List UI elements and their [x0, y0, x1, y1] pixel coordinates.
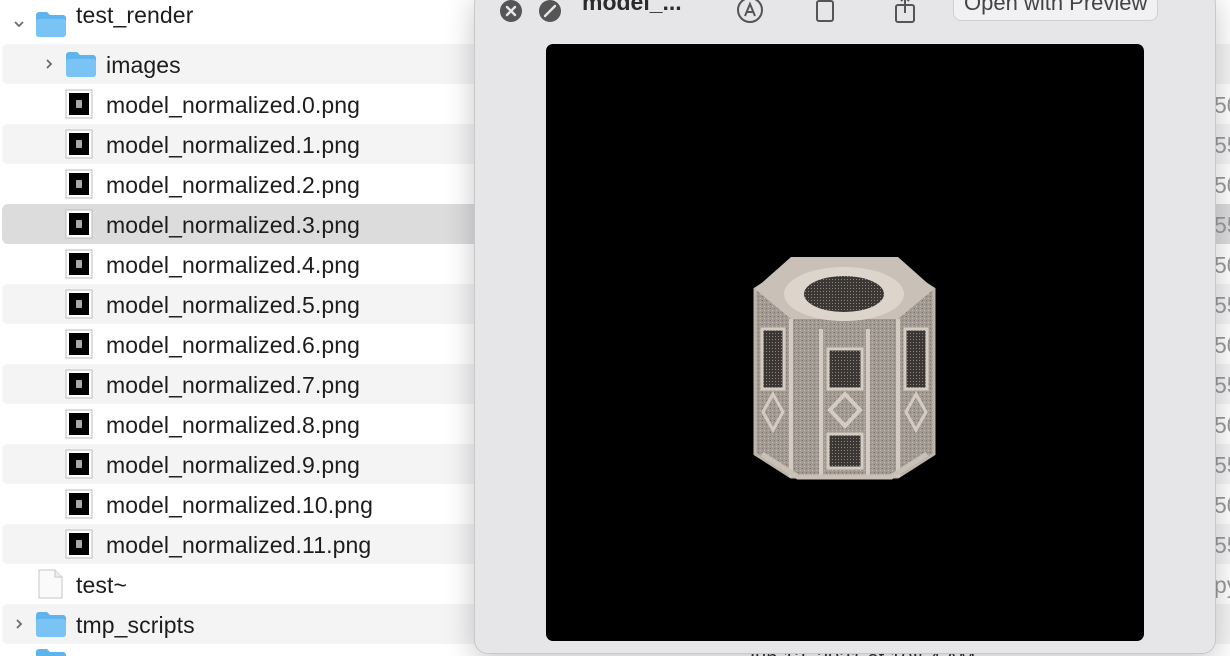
list-item-name: test_render [76, 2, 194, 28]
list-item-name: model_normalized.0.png [106, 92, 361, 118]
quick-look-title: model_... [582, 0, 682, 15]
png-thumbnail-icon [65, 369, 93, 399]
list-item-size: 55 [1214, 372, 1230, 398]
folder-icon [36, 612, 66, 637]
png-thumbnail-icon [65, 529, 93, 559]
png-thumbnail-icon [65, 249, 93, 279]
open-with-preview-button[interactable]: Open with Preview [953, 0, 1159, 21]
list-item-size: 50 [1214, 412, 1230, 438]
folder-icon [66, 52, 96, 77]
image-preview [546, 44, 1144, 641]
list-item-name: model_normalized.1.png [106, 132, 361, 158]
list-item-size: 50 [1214, 332, 1230, 358]
document-icon [38, 569, 63, 599]
markup-icon[interactable] [735, 0, 765, 25]
fullscreen-icon[interactable] [538, 0, 562, 23]
png-thumbnail-icon [65, 329, 93, 359]
list-item-name: model_normalized.11.png [106, 532, 372, 558]
list-item-name: model_normalized.8.png [106, 412, 361, 438]
chevron-down-icon[interactable] [11, 16, 27, 32]
list-item-name: model_normalized.4.png [106, 252, 361, 278]
list-item-kind: py [1214, 572, 1230, 598]
chevron-right-icon[interactable] [11, 616, 27, 632]
list-item-size: 50 [1214, 172, 1230, 198]
share-icon[interactable] [893, 0, 917, 25]
png-thumbnail-icon [65, 449, 93, 479]
png-thumbnail-icon [65, 409, 93, 439]
png-thumbnail-icon [65, 289, 93, 319]
list-item-size: 55 [1214, 212, 1230, 238]
3d-render-image [753, 257, 936, 480]
png-thumbnail-icon [65, 209, 93, 239]
list-item-size: 55 [1214, 452, 1230, 478]
list-item-size: 55 [1214, 132, 1230, 158]
list-item-name: model_normalized.7.png [106, 372, 361, 398]
copy-icon[interactable] [813, 0, 837, 25]
png-thumbnail-icon [65, 89, 93, 119]
list-item-size: 50 [1214, 92, 1230, 118]
list-item-name: model_normalized.10.png [106, 492, 373, 518]
png-thumbnail-icon [65, 489, 93, 519]
list-item-name: test~ [76, 572, 128, 598]
png-thumbnail-icon [65, 129, 93, 159]
close-icon[interactable] [499, 0, 523, 23]
list-item-name: model_normalized.6.png [106, 332, 361, 358]
list-item-size: 50 [1214, 492, 1230, 518]
list-item-size: 55 [1214, 532, 1230, 558]
list-item-size: 55 [1214, 292, 1230, 318]
png-thumbnail-icon [65, 169, 93, 199]
chevron-right-icon[interactable] [41, 56, 57, 72]
list-item-name: model_normalized.2.png [106, 172, 361, 198]
list-item-name: model_normalized.9.png [106, 452, 361, 478]
folder-icon [36, 649, 66, 656]
list-item-name: model_normalized.3.png [106, 212, 361, 238]
list-item-name: tmp_scripts [76, 612, 195, 638]
list-item-name: images [106, 52, 181, 78]
list-item-size: 50 [1214, 252, 1230, 278]
folder-icon [36, 12, 66, 37]
list-item-name: model_normalized.5.png [106, 292, 361, 318]
quick-look-panel: model_... Open with Preview [474, 0, 1216, 654]
